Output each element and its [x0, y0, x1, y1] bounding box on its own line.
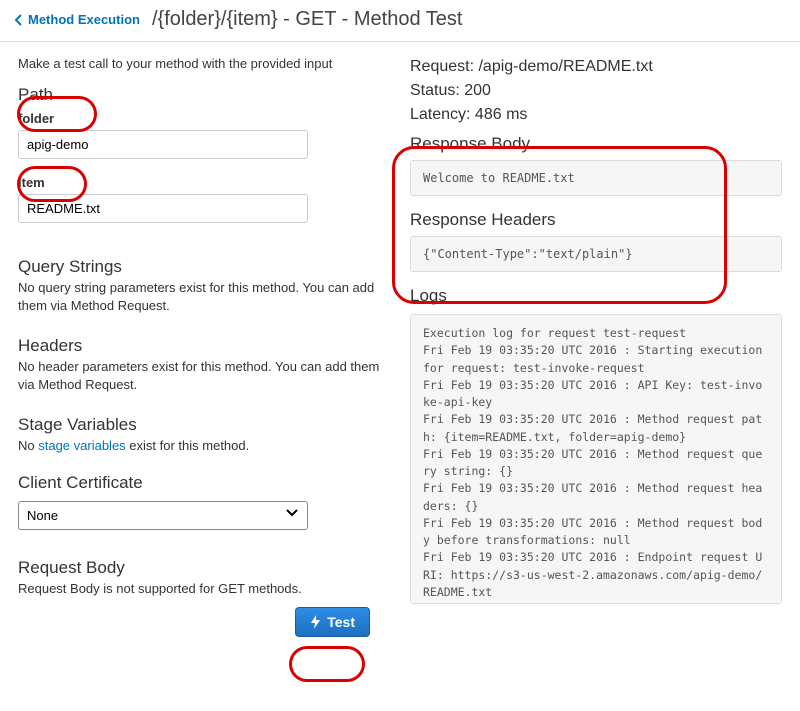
path-section-title: Path — [18, 85, 390, 105]
client-certificate-select[interactable]: None — [18, 501, 308, 530]
response-body-title: Response Body — [410, 134, 782, 154]
annotation-circle — [289, 646, 365, 682]
sv-prefix: No — [18, 438, 38, 453]
logs-box[interactable]: Execution log for request test-request F… — [410, 314, 782, 604]
back-link[interactable]: Method Execution — [14, 12, 140, 27]
sv-suffix: exist for this method. — [126, 438, 250, 453]
stage-variables-link[interactable]: stage variables — [38, 438, 125, 453]
stage-variables-text: No stage variables exist for this method… — [18, 437, 390, 455]
client-certificate-title: Client Certificate — [18, 473, 390, 493]
item-input[interactable] — [18, 194, 308, 223]
intro-text: Make a test call to your method with the… — [18, 56, 390, 71]
page-header: Method Execution /{folder}/{item} - GET … — [0, 0, 800, 42]
status-line: Status: 200 — [410, 82, 782, 100]
left-column: Make a test call to your method with the… — [18, 56, 390, 637]
query-strings-text: No query string parameters exist for thi… — [18, 279, 390, 314]
item-label: item — [18, 175, 390, 190]
response-headers-box: {"Content-Type":"text/plain"} — [410, 236, 782, 272]
request-body-title: Request Body — [18, 558, 390, 578]
logs-title: Logs — [410, 286, 782, 306]
right-column: Request: /apig-demo/README.txt Status: 2… — [410, 56, 782, 637]
query-strings-title: Query Strings — [18, 257, 390, 277]
folder-label: folder — [18, 111, 390, 126]
stage-variables-title: Stage Variables — [18, 415, 390, 435]
request-line: Request: /apig-demo/README.txt — [410, 58, 782, 76]
headers-title: Headers — [18, 336, 390, 356]
request-body-text: Request Body is not supported for GET me… — [18, 580, 390, 598]
test-button-label: Test — [327, 614, 355, 630]
latency-line: Latency: 486 ms — [410, 106, 782, 124]
response-body-box: Welcome to README.txt — [410, 160, 782, 196]
page-title: /{folder}/{item} - GET - Method Test — [152, 8, 463, 31]
response-headers-title: Response Headers — [410, 210, 782, 230]
lightning-icon — [310, 615, 321, 629]
folder-input[interactable] — [18, 130, 308, 159]
test-button[interactable]: Test — [295, 607, 370, 637]
back-link-label: Method Execution — [28, 12, 140, 27]
headers-text: No header parameters exist for this meth… — [18, 358, 390, 393]
arrow-left-icon — [14, 14, 24, 26]
